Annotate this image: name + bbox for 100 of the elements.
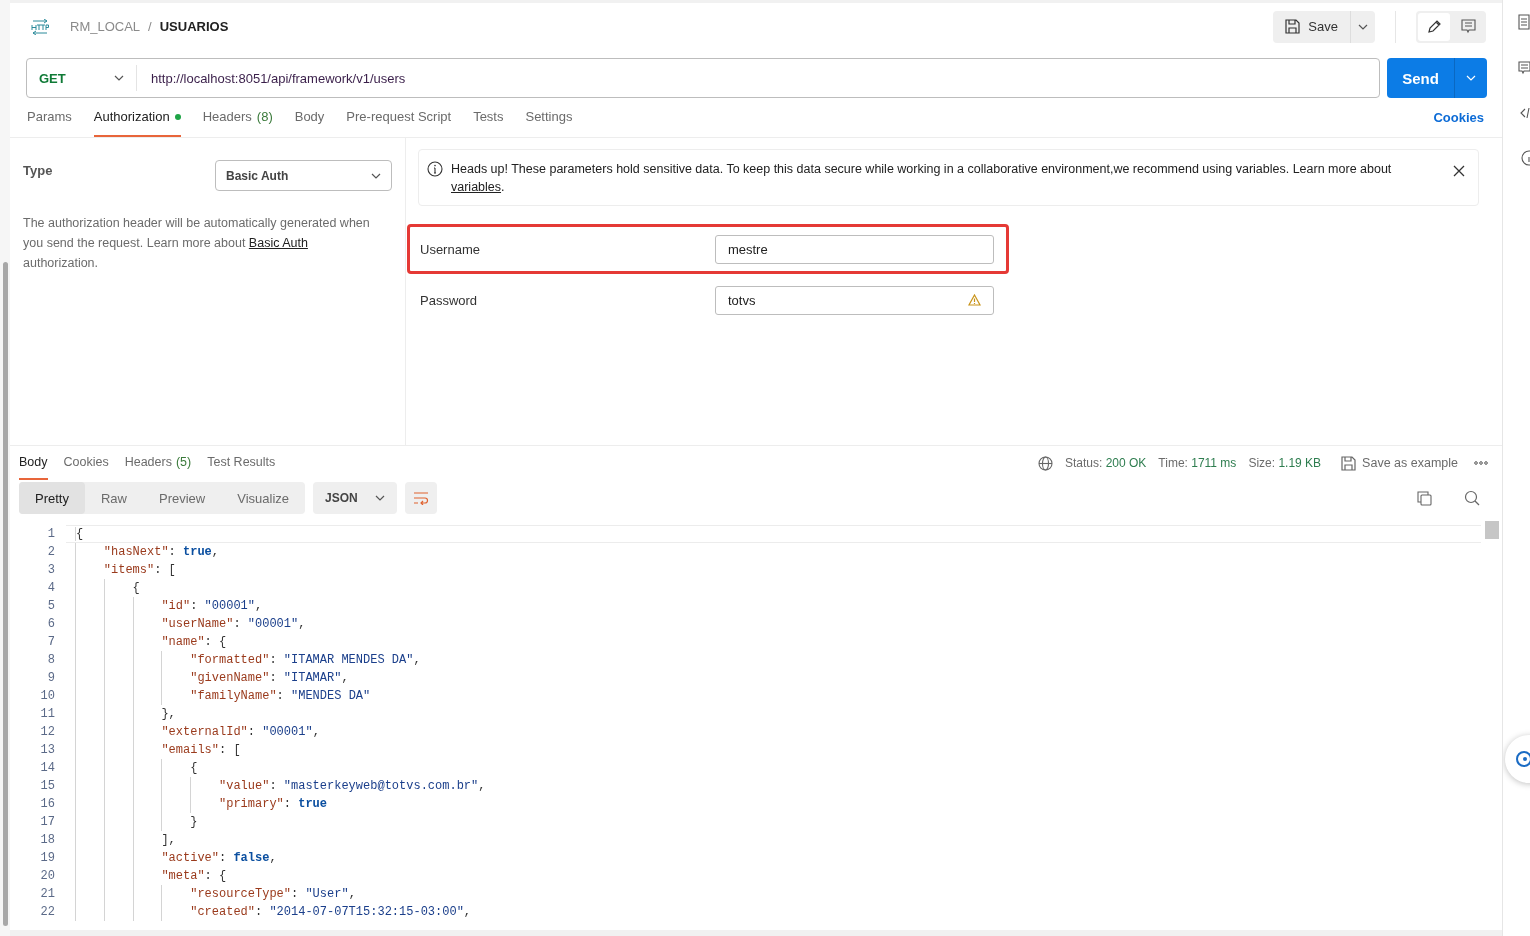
code-line: "givenName": "ITAMAR",	[190, 671, 349, 685]
chevron-down-icon	[1358, 23, 1368, 30]
input-field[interactable]: totvs	[714, 285, 994, 315]
code-icon[interactable]	[1520, 106, 1530, 120]
url-bar[interactable]: GET http://localhost:8051/api/framework/v1/users	[26, 58, 1380, 98]
line-number: 10	[39, 689, 55, 703]
document-icon[interactable]	[1518, 14, 1530, 30]
code-line: "id": "00001",	[161, 599, 263, 613]
text-input[interactable]: mestre	[727, 241, 981, 257]
chevron-down-icon	[371, 172, 381, 179]
line-number: 6	[46, 617, 55, 631]
edit-button[interactable]	[1418, 12, 1450, 41]
line-number: 4	[46, 581, 55, 595]
format-select[interactable]: JSON	[313, 482, 398, 514]
method-select[interactable]: GET	[27, 65, 137, 91]
text-input[interactable]: totvs	[727, 292, 968, 308]
line-number: 1	[46, 527, 55, 541]
code-line: "items": [	[103, 563, 176, 577]
response-tab[interactable]: Cookies	[63, 446, 109, 480]
auth-type-select[interactable]: Basic Auth	[215, 160, 392, 191]
response-tab[interactable]: Test Results	[207, 446, 276, 480]
globe-icon[interactable]	[1037, 455, 1053, 471]
request-tab[interactable]: Tests	[473, 98, 504, 137]
response-metric: Status: 200 OK	[1064, 456, 1147, 470]
banner-text: Heads up! These parameters hold sensitive data. To keep this data secure while working in a collaborative environment,we recommend using variables. Learn more about variables.	[451, 161, 1393, 196]
line-number: 21	[39, 887, 55, 901]
code-line: "created": "2014-07-07T15:32:15-03:00",	[190, 905, 472, 919]
chevron-down-icon	[114, 75, 124, 81]
http-icon	[30, 18, 50, 35]
save-icon	[1341, 455, 1357, 471]
code-line: },	[161, 707, 176, 721]
scrollbar-thumb[interactable]	[1484, 521, 1499, 539]
request-tab[interactable]: Pre-request Script	[346, 98, 452, 137]
basic-auth-link[interactable]: Basic Auth	[248, 236, 308, 250]
line-number: 8	[46, 653, 55, 667]
code-line: "familyName": "MENDES DA"	[190, 689, 371, 703]
code-line: {	[190, 761, 198, 775]
code-line: "emails": [	[161, 743, 241, 757]
code-line: "meta": {	[161, 869, 227, 883]
line-number: 22	[39, 905, 55, 919]
search-icon	[1464, 490, 1480, 506]
tab-count: (5)	[175, 455, 192, 469]
line-number: 5	[46, 599, 55, 613]
request-name[interactable]: USUARIOS	[159, 19, 229, 34]
pencil-icon	[1426, 19, 1442, 34]
view-mode-tab[interactable]: Preview	[143, 482, 222, 514]
save-as-example-button[interactable]: Save as example	[1333, 455, 1462, 471]
response-metric: Size: 1.19 KB	[1248, 456, 1322, 470]
code-line: "primary": true	[219, 797, 327, 811]
chevron-down-icon	[1466, 75, 1476, 81]
more-icon[interactable]	[1474, 461, 1488, 465]
field-label: Password	[420, 292, 479, 308]
code-line: }	[190, 815, 198, 829]
response-tab[interactable]: Headers (5)	[124, 446, 192, 480]
request-tab[interactable]: Headers (8)	[202, 98, 273, 137]
info-icon[interactable]	[1520, 150, 1530, 166]
scrollbar-thumb[interactable]	[2, 262, 8, 926]
wrap-icon	[413, 491, 430, 505]
line-number: 9	[46, 671, 55, 685]
cookies-link[interactable]: Cookies	[1433, 110, 1484, 125]
code-line: "value": "masterkeyweb@totvs.com.br",	[219, 779, 486, 793]
comment-icon	[1460, 19, 1476, 34]
view-mode-tab[interactable]: Pretty	[19, 482, 85, 514]
line-number: 3	[46, 563, 55, 577]
request-tab[interactable]: Settings	[525, 98, 573, 137]
code-line: "formatted": "ITAMAR MENDES DA",	[190, 653, 421, 667]
input-field[interactable]: mestre	[714, 234, 994, 264]
field-label: Username	[420, 241, 481, 257]
line-number: 13	[39, 743, 55, 757]
line-number: 15	[39, 779, 55, 793]
save-icon	[1285, 19, 1301, 34]
view-mode-tab[interactable]: Visualize	[221, 482, 306, 514]
request-tab[interactable]: Params	[27, 98, 72, 137]
collection-name[interactable]: RM_LOCAL	[70, 19, 141, 34]
code-line: {	[75, 527, 84, 541]
request-tab[interactable]: Authorization	[93, 98, 181, 137]
request-tab[interactable]: Body	[294, 98, 325, 137]
chevron-down-icon	[375, 495, 386, 501]
response-metric: Time: 1711 ms	[1158, 456, 1237, 470]
code-line: "name": {	[161, 635, 227, 649]
line-number: 7	[46, 635, 55, 649]
info-icon	[427, 161, 443, 177]
wrap-lines-button[interactable]	[405, 482, 438, 514]
code-line: {	[132, 581, 140, 595]
copy-icon	[1416, 490, 1432, 506]
line-number: 11	[39, 707, 55, 721]
comment-icon[interactable]	[1518, 60, 1530, 76]
breadcrumb-separator: /	[148, 19, 152, 34]
type-label: Type	[23, 163, 53, 178]
close-icon[interactable]	[1453, 165, 1465, 177]
code-line: ],	[161, 833, 176, 847]
line-number: 16	[39, 797, 55, 811]
code-line: "hasNext": true,	[103, 545, 220, 559]
view-mode-tab[interactable]: Raw	[84, 482, 143, 514]
code-line: "externalId": "00001",	[161, 725, 320, 739]
line-number: 12	[39, 725, 55, 739]
auth-description: The authorization header will be automatically generated when you send the request. Learn more about Basic Auth authorization.	[23, 215, 371, 272]
line-number: 18	[39, 833, 55, 847]
response-tab[interactable]: Body	[19, 446, 48, 480]
url-input[interactable]: http://localhost:8051/api/framework/v1/users	[137, 70, 1379, 86]
